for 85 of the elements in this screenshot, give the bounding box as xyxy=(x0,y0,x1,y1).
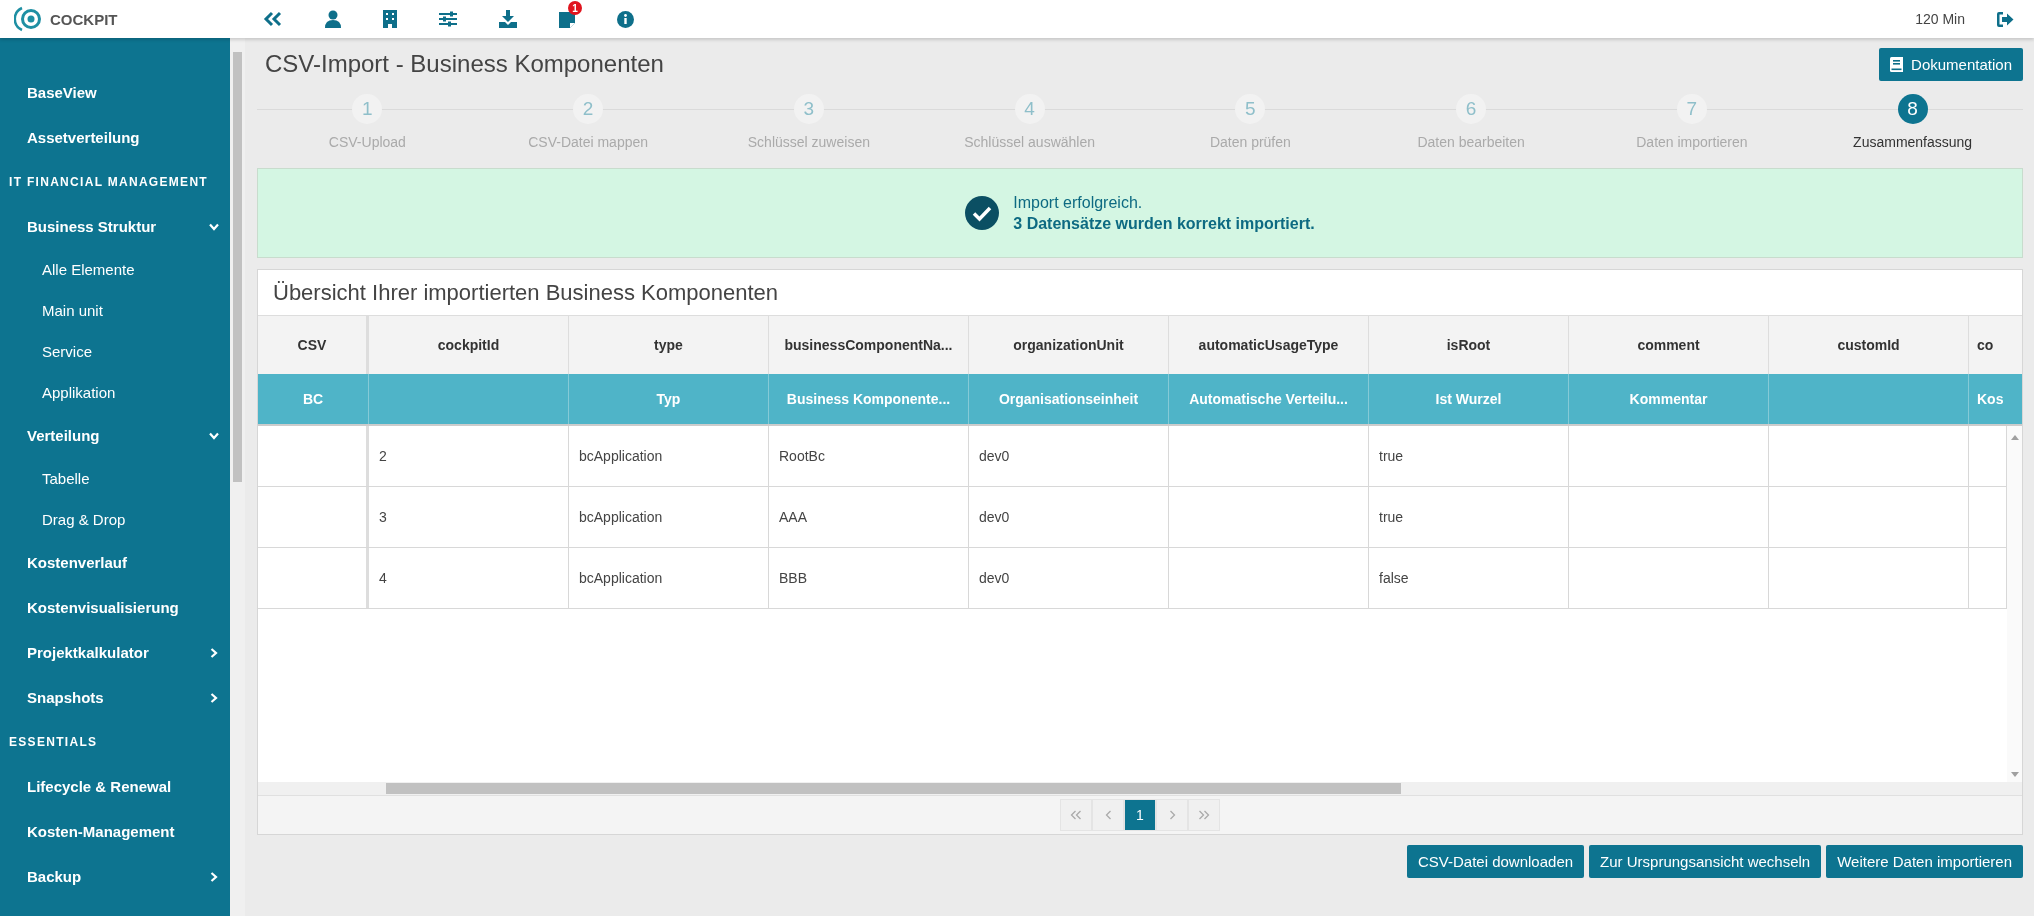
check-circle-icon xyxy=(965,196,1000,230)
column-label: Kos xyxy=(1977,391,2004,407)
column-label: Kommentar xyxy=(1629,391,1708,407)
section-heading: IT FINANCIAL MANAGEMENT xyxy=(8,174,209,191)
action-button[interactable]: CSV-Datei downloaden xyxy=(1407,845,1585,878)
table-cell: true xyxy=(1379,509,1404,525)
table-cell: bcApplication xyxy=(579,570,663,586)
section-heading: ESSENTIALS xyxy=(8,734,99,751)
table-cell: bcApplication xyxy=(579,448,663,464)
notification-badge: 1 xyxy=(568,1,582,15)
info-icon[interactable] xyxy=(617,10,634,28)
table-cell: dev0 xyxy=(979,448,1010,464)
page-button[interactable]: 1 xyxy=(1124,799,1156,831)
download-icon[interactable] xyxy=(499,10,517,28)
table-cell: bcApplication xyxy=(579,509,663,525)
building-icon[interactable] xyxy=(383,10,397,28)
user-icon[interactable] xyxy=(325,10,341,28)
column-label: Automatische Verteilu... xyxy=(1189,391,1348,407)
nav-item[interactable]: Backup xyxy=(0,854,230,899)
nav-item[interactable]: Kostenvisualisierung xyxy=(0,585,230,630)
logo-text: COCKPIT xyxy=(50,10,118,28)
step-label: Daten bearbeiten xyxy=(1417,134,1525,150)
step-label: Zusammenfassung xyxy=(1853,134,1973,150)
nav-item[interactable]: Lifecycle & Renewal xyxy=(0,764,230,809)
nav-item[interactable]: Projektkalkulator xyxy=(0,630,230,675)
chevron-right-icon xyxy=(1168,810,1176,820)
scrollbar[interactable] xyxy=(2007,426,2022,782)
column-label: BC xyxy=(302,391,324,407)
table-cell: 2 xyxy=(379,448,387,464)
action-button[interactable]: Zur Ursprungsansicht wechseln xyxy=(1589,845,1822,878)
table-cell: dev0 xyxy=(979,570,1010,586)
nav-subitem[interactable]: Tabelle xyxy=(0,458,230,499)
logo-icon xyxy=(14,5,44,33)
table-cell: 4 xyxy=(379,570,387,586)
nav-item[interactable]: Business Struktur xyxy=(0,204,230,249)
step-label: Schlüssel auswählen xyxy=(964,134,1095,150)
scrollbar[interactable] xyxy=(258,782,2022,795)
column-label: Ist Wurzel xyxy=(1435,391,1502,407)
table-cell: BBB xyxy=(779,570,807,586)
double-chevron-right-icon xyxy=(1198,810,1210,820)
nav-subitem[interactable]: Service xyxy=(0,331,230,372)
column-label: Organisationseinheit xyxy=(998,391,1139,407)
nav-item[interactable]: Kostenverlauf xyxy=(0,540,230,585)
table-cell: true xyxy=(1379,448,1404,464)
nav-item[interactable]: Verteilung xyxy=(0,413,230,458)
table-cell: 3 xyxy=(379,509,387,525)
scrollbar[interactable] xyxy=(230,38,245,916)
column-label: Business Komponente... xyxy=(786,391,951,407)
chevron-left-icon xyxy=(1104,810,1112,820)
nav-item[interactable]: Assetverteilung xyxy=(0,115,230,160)
column-label: Typ xyxy=(656,391,681,407)
note-icon[interactable] xyxy=(559,10,575,28)
first-page-button[interactable] xyxy=(1060,799,1092,831)
logout-icon[interactable] xyxy=(1997,11,2014,27)
nav-subitem[interactable]: Drag & Drop xyxy=(0,499,230,540)
scroll-down-icon[interactable] xyxy=(2010,772,2019,778)
double-chevron-left-icon xyxy=(1070,810,1082,820)
nav-item[interactable]: Snapshots xyxy=(0,675,230,720)
column-header[interactable]: co xyxy=(1969,316,2022,374)
nav-subitem[interactable]: Applikation xyxy=(0,372,230,413)
step-number[interactable]: 8 xyxy=(1897,94,1928,124)
nav-item[interactable]: BaseView xyxy=(0,70,230,115)
nav-subitem[interactable]: Main unit xyxy=(0,290,230,331)
nav-item[interactable]: Kosten-Management xyxy=(0,809,230,854)
collapse-icon[interactable] xyxy=(263,11,283,27)
step-label: Daten prüfen xyxy=(1209,134,1291,150)
last-page-button[interactable] xyxy=(1188,799,1220,831)
step-label: Daten importieren xyxy=(1636,134,1748,150)
book-icon xyxy=(1890,56,1904,72)
page-title: CSV-Import - Business Komponenten xyxy=(264,50,664,78)
sliders-icon[interactable] xyxy=(439,11,457,27)
step-label: CSV-Datei mappen xyxy=(528,134,649,150)
success-title: Import erfolgreich. xyxy=(1013,193,1144,212)
scroll-up-icon[interactable] xyxy=(2010,434,2019,440)
step-label: Schlüssel zuweisen xyxy=(747,134,870,150)
table-cell: RootBc xyxy=(779,448,825,464)
nav-subitem[interactable]: Alle Elemente xyxy=(0,249,230,290)
table-cell: false xyxy=(1379,570,1409,586)
action-button[interactable]: Weitere Daten importieren xyxy=(1826,845,2023,878)
table-cell: AAA xyxy=(779,509,807,525)
table-cell: dev0 xyxy=(979,509,1010,525)
session-timer: 120 Min xyxy=(1915,11,1965,27)
documentation-button[interactable]: Dokumentation xyxy=(1879,47,2023,81)
step-label: CSV-Upload xyxy=(328,134,406,150)
success-message: 3 Datensätze wurden korrekt importiert. xyxy=(1013,214,1315,233)
